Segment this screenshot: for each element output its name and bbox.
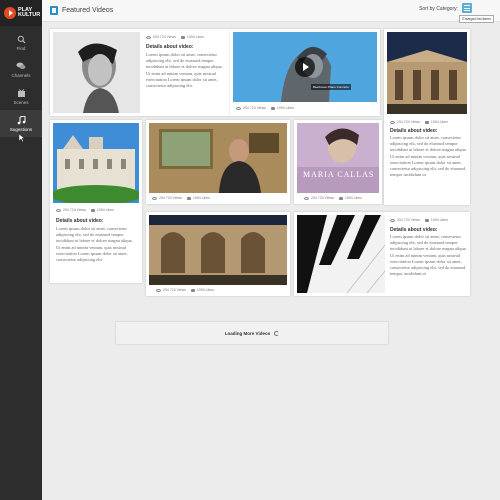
video-thumbnail[interactable] <box>297 215 385 293</box>
video-stats: 204 724 Views 1094 Likes <box>390 218 448 222</box>
like-count: 1094 Likes <box>192 196 210 200</box>
details-title: Details about video: <box>390 128 438 134</box>
details-title: Details about video: <box>56 218 104 224</box>
eye-icon <box>156 288 161 292</box>
video-thumbnail[interactable] <box>149 123 287 193</box>
like-count: 1094 Likes <box>276 106 294 110</box>
like-icon <box>424 120 429 124</box>
video-card[interactable]: 204 724 Views 1094 Likes Details about v… <box>384 29 470 205</box>
sidebar-item-label: Scenes <box>13 99 29 105</box>
film-icon <box>50 6 58 15</box>
like-icon <box>90 208 95 212</box>
eye-icon <box>236 106 241 110</box>
like-count: 1094 Likes <box>196 288 214 292</box>
like-icon <box>186 196 191 200</box>
spinner-icon <box>274 330 280 336</box>
video-description: Lorem ipsum dolor sit amet, consectetur … <box>390 135 467 178</box>
list-view-button[interactable] <box>462 3 472 13</box>
video-thumbnail[interactable]: MARIA CALLAS <box>297 123 379 193</box>
sidebar-item-find[interactable]: Find <box>0 29 42 56</box>
app-logo[interactable]: PLAY KULTUR <box>0 0 42 26</box>
like-icon <box>180 35 185 39</box>
video-card[interactable]: 204 724 Views 1094 Likes Details about v… <box>50 29 230 116</box>
view-count: 204 724 Views <box>159 196 182 200</box>
sidebar-item-scenes[interactable]: Scenes <box>0 83 42 110</box>
video-stats: 204 724 Views 1094 Likes <box>156 288 214 292</box>
page-title: Featured Videos <box>62 7 114 14</box>
like-icon <box>270 106 275 110</box>
video-description: Lorem ipsum dolor sit amet, consectetur … <box>390 234 467 277</box>
sidebar: PLAY KULTUR Find Channels Scenes Sugesti… <box>0 0 42 500</box>
video-description: Lorem ipsum dolor sit amet, consectetur … <box>56 226 133 263</box>
eye-icon <box>146 35 151 39</box>
view-count: 204 724 Views <box>397 120 420 124</box>
details-title: Details about video: <box>146 44 194 50</box>
sidebar-item-label: Find <box>16 45 26 51</box>
channels-icon <box>16 62 26 71</box>
eye-icon <box>56 208 61 212</box>
video-stats: 204 724 Views 1094 Likes <box>56 208 114 212</box>
view-count: 204 724 Views <box>397 218 420 222</box>
view-count: 204 724 Views <box>243 106 266 110</box>
video-thumbnail[interactable] <box>387 32 467 114</box>
video-thumbnail[interactable]: Beethoven Piano Concerto <box>233 32 377 102</box>
details-title: Details about video: <box>390 227 438 233</box>
play-logo-icon <box>4 7 16 19</box>
sidebar-item-channels[interactable]: Channels <box>0 56 42 83</box>
like-count: 1094 Likes <box>186 35 204 39</box>
like-count: 1094 Likes <box>96 208 114 212</box>
tooltip: Enlarged list items <box>459 15 494 23</box>
search-icon <box>17 35 26 44</box>
video-card[interactable]: 204 724 Views 1094 Likes <box>146 212 290 296</box>
video-card[interactable]: Beethoven Piano Concerto 204 724 Views 1… <box>230 29 380 116</box>
video-caption: Beethoven Piano Concerto <box>311 84 351 90</box>
video-stats: 204 724 Views 1094 Likes <box>146 35 204 39</box>
logo-text-line2: KULTUR <box>18 12 41 18</box>
like-icon <box>424 218 429 222</box>
video-stats: 204 724 Views 1094 Likes <box>390 120 448 124</box>
video-stats: 204 724 Views 1094 Likes <box>236 106 294 110</box>
video-thumbnail[interactable] <box>149 215 287 285</box>
loading-label: Loading More Videos <box>224 330 271 336</box>
view-count: 204 724 Views <box>63 208 86 212</box>
sort-by-category[interactable]: Sort by Category: <box>419 6 458 12</box>
like-count: 1094 Likes <box>430 218 448 222</box>
view-count: 204 724 Views <box>311 196 334 200</box>
like-icon <box>190 288 195 292</box>
eye-icon <box>152 196 157 200</box>
music-note-icon <box>17 115 26 125</box>
load-more-button[interactable]: Loading More Videos <box>116 322 388 344</box>
video-card[interactable]: 204 724 Views 1094 Likes Details about v… <box>50 120 142 283</box>
eye-icon <box>390 218 395 222</box>
video-card[interactable]: 204 724 Views 1094 Likes <box>146 120 290 204</box>
like-icon <box>338 196 343 200</box>
video-description: Lorem ipsum dolor sit amet, consectetur … <box>146 52 223 89</box>
eye-icon <box>304 196 309 200</box>
cursor-icon <box>18 129 26 147</box>
sidebar-item-label: Channels <box>11 72 31 78</box>
play-button[interactable] <box>295 57 315 77</box>
view-count: 204 724 Views <box>163 288 186 292</box>
poster-title: MARIA CALLAS <box>303 170 375 179</box>
like-count: 1094 Likes <box>344 196 362 200</box>
video-thumbnail[interactable] <box>53 123 139 203</box>
view-count: 204 724 Views <box>153 35 176 39</box>
video-stats: 204 724 Views 1094 Likes <box>152 196 210 200</box>
eye-icon <box>390 120 395 124</box>
like-count: 1094 Likes <box>430 120 448 124</box>
video-stats: 204 724 Views 1094 Likes <box>304 196 362 200</box>
video-card[interactable]: MARIA CALLAS 204 724 Views 1094 Likes <box>294 120 382 204</box>
video-thumbnail[interactable] <box>53 32 140 113</box>
video-card[interactable]: 204 724 Views 1094 Likes Details about v… <box>294 212 470 296</box>
scenes-icon <box>17 88 26 98</box>
